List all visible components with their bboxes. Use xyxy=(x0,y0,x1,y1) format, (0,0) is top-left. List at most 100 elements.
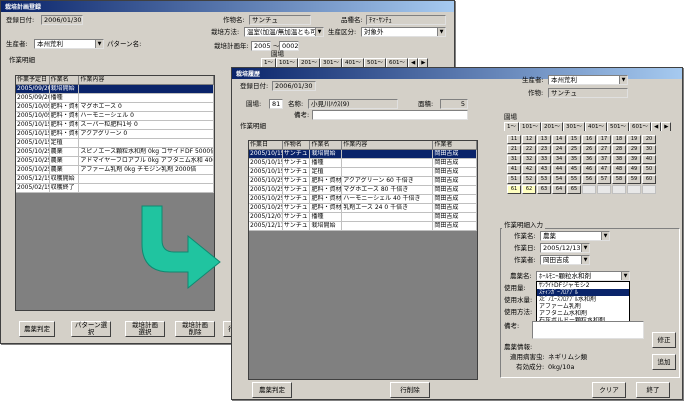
room-button[interactable]: 63 xyxy=(537,185,551,194)
room-button[interactable]: 43 xyxy=(537,165,551,174)
room-range-tab[interactable]: 601〜 xyxy=(629,122,651,131)
table-row[interactable]: 2005/10/15 サンチュ 栽培開始 岡田吉成 xyxy=(249,150,477,159)
table-row[interactable]: 2005/10/15 定植 xyxy=(16,139,214,148)
room-button[interactable]: 50 xyxy=(642,165,656,174)
dropdown-arrow-icon[interactable]: ▼ xyxy=(315,28,323,36)
front-crop-field[interactable]: サンチュ xyxy=(548,88,628,98)
room-button[interactable]: 28 xyxy=(612,145,626,154)
room-range-tab[interactable]: 301〜 xyxy=(320,58,342,67)
back-crop-field[interactable]: サンチュ xyxy=(249,15,311,25)
room-range-tab[interactable]: 1〜 xyxy=(504,122,519,131)
dropdown-arrow-icon[interactable]: ▼ xyxy=(621,272,629,280)
room-button[interactable]: 19 xyxy=(627,135,641,144)
room-range-tab[interactable]: 301〜 xyxy=(563,122,585,131)
table-row[interactable]: 2005/12/15 収穫開始 xyxy=(16,175,214,184)
room-button[interactable]: 39 xyxy=(627,155,641,164)
table-row[interactable]: 2005/10/25 農薬 アドマイヤーフロアブル 0kg アフタニム水和 4000… xyxy=(16,157,214,166)
table-row[interactable]: 2005/10/15 肥料・資材 スーパー粒肥料1号 0 xyxy=(16,121,214,130)
dropdown-arrow-icon[interactable]: ▼ xyxy=(437,28,445,36)
pattern-select-button[interactable]: パターン選択 xyxy=(71,321,111,337)
table-row[interactable]: 2005/10/25 サンチュ 肥料・資材 乳剤エース 24 0 千倍き 岡田吉成 xyxy=(249,204,477,213)
table-row[interactable]: 2005/10/25 サンチュ 肥料・資材 ハーモニーシェル 40 千倍き 岡田吉成 xyxy=(249,195,477,204)
room-button[interactable]: 17 xyxy=(597,135,611,144)
room-range-tab[interactable]: 101〜 xyxy=(519,122,541,131)
dropdown-arrow-icon[interactable]: ▼ xyxy=(581,244,589,252)
room-range-tab[interactable]: 201〜 xyxy=(298,58,320,67)
pesticide-option[interactable]: ｻﾝﾗｲﾄDFジャモシ2 xyxy=(537,282,629,289)
front-reg-date-field[interactable]: 2006/01/30 xyxy=(272,81,316,91)
table-row[interactable]: 2005/10/25 サンチュ 肥料・資材 マグホエース 80 千倍き 岡田吉成 xyxy=(249,186,477,195)
room-range-tab[interactable]: 501〜 xyxy=(364,58,386,67)
tab-scroll-left-icon[interactable]: ◀ xyxy=(408,58,419,67)
column-header[interactable]: 作物名 xyxy=(282,141,311,150)
dropdown-arrow-icon[interactable]: ▼ xyxy=(95,40,103,48)
table-row[interactable]: 2005/10/15 肥料・資材 アクアグリーン 0 xyxy=(16,130,214,139)
plan-delete-button[interactable]: 栽培計画 削除 xyxy=(175,321,215,337)
room-button[interactable]: 27 xyxy=(597,145,611,154)
room-button[interactable]: 58 xyxy=(612,175,626,184)
room-button[interactable]: 23 xyxy=(537,145,551,154)
front-producer-select[interactable]: 本州荒利 ▼ xyxy=(548,75,628,85)
edit-button[interactable]: 修正 xyxy=(652,332,676,348)
room-button[interactable]: 14 xyxy=(552,135,566,144)
column-header[interactable]: 作業名 xyxy=(310,141,343,150)
room-button[interactable]: 26 xyxy=(582,145,596,154)
room-range-tab[interactable]: 401〜 xyxy=(342,58,364,67)
pesticide-option[interactable]: アフタニム水和剤 xyxy=(537,310,629,317)
table-row[interactable]: 2005/10/25 農薬 スピノエース顆粒水和剤 0kg コサイドDF 5000倍 xyxy=(16,148,214,157)
front-room-no[interactable]: 81 xyxy=(269,99,283,109)
front-pesticide-check-button[interactable]: 農薬判定 xyxy=(252,382,292,398)
room-button[interactable]: 30 xyxy=(642,145,656,154)
room-range-tab[interactable]: 601〜 xyxy=(386,58,408,67)
tab-scroll-left-icon[interactable]: ◀ xyxy=(651,122,662,131)
exit-button[interactable]: 終了 xyxy=(636,382,670,398)
task-select[interactable]: 農薬 ▼ xyxy=(540,231,610,241)
room-button[interactable]: 44 xyxy=(552,165,566,174)
room-button[interactable]: 16 xyxy=(582,135,596,144)
room-button[interactable]: 20 xyxy=(642,135,656,144)
table-row[interactable]: 2005/09/20 播種 xyxy=(16,94,214,103)
front-row-delete-button[interactable]: 行削除 xyxy=(390,382,430,398)
table-row[interactable]: 2005/10/05 肥料・資材 マグホエース 0 xyxy=(16,103,214,112)
room-button[interactable]: 25 xyxy=(567,145,581,154)
room-button[interactable]: 57 xyxy=(597,175,611,184)
room-button[interactable]: 22 xyxy=(522,145,536,154)
back-reg-date-field[interactable]: 2006/01/30 xyxy=(41,15,83,25)
room-range-tab[interactable]: 501〜 xyxy=(607,122,629,131)
date-select[interactable]: 2005/12/13 ▼ xyxy=(540,243,590,253)
column-header[interactable]: 作業日 xyxy=(249,141,283,150)
column-header[interactable]: 作業内容 xyxy=(79,76,214,85)
front-room-name[interactable]: 小見川ﾊｳｽ(9) xyxy=(308,99,398,109)
pesticide-option[interactable]: ｽﾋﾟﾉｴｰｽﾌﾛｱﾌﾞﾙ水和剤 xyxy=(537,296,629,303)
room-range-tab[interactable]: 101〜 xyxy=(276,58,298,67)
plan-select-button[interactable]: 栽培計画 選択 xyxy=(125,321,165,337)
room-button[interactable]: 52 xyxy=(522,175,536,184)
room-button[interactable]: 53 xyxy=(537,175,551,184)
room-button[interactable]: 64 xyxy=(552,185,566,194)
table-row[interactable]: 2005/12/01 サンチュ 播種 岡田吉成 xyxy=(249,213,477,222)
room-button[interactable]: 15 xyxy=(567,135,581,144)
room-button[interactable]: 29 xyxy=(627,145,641,154)
room-button[interactable]: 36 xyxy=(582,155,596,164)
room-button[interactable]: 45 xyxy=(567,165,581,174)
back-method-select[interactable]: 温室(加温/無加温とも可) ▼ xyxy=(244,27,324,37)
room-button[interactable]: 32 xyxy=(522,155,536,164)
dropdown-arrow-icon[interactable]: ▼ xyxy=(619,76,627,84)
room-button[interactable]: 46 xyxy=(582,165,596,174)
room-button[interactable]: 60 xyxy=(642,175,656,184)
room-button[interactable]: 24 xyxy=(552,145,566,154)
room-range-tab[interactable]: 201〜 xyxy=(541,122,563,131)
room-button[interactable]: 37 xyxy=(597,155,611,164)
back-variety-field[interactable]: ﾁﾏ･ｻﾝﾁｭ xyxy=(366,15,446,25)
back-class-select[interactable]: 対象外 ▼ xyxy=(361,27,446,37)
room-button[interactable]: 61 xyxy=(507,185,521,194)
room-button[interactable]: 40 xyxy=(642,155,656,164)
room-button[interactable]: 18 xyxy=(612,135,626,144)
room-range-tab[interactable]: 401〜 xyxy=(585,122,607,131)
room-button[interactable]: 21 xyxy=(507,145,521,154)
dropdown-arrow-icon[interactable]: ▼ xyxy=(601,232,609,240)
room-button[interactable]: 33 xyxy=(537,155,551,164)
add-button[interactable]: 追加 xyxy=(652,354,676,370)
clear-button[interactable]: クリア xyxy=(592,382,626,398)
column-header[interactable]: 作業者 xyxy=(433,141,477,150)
